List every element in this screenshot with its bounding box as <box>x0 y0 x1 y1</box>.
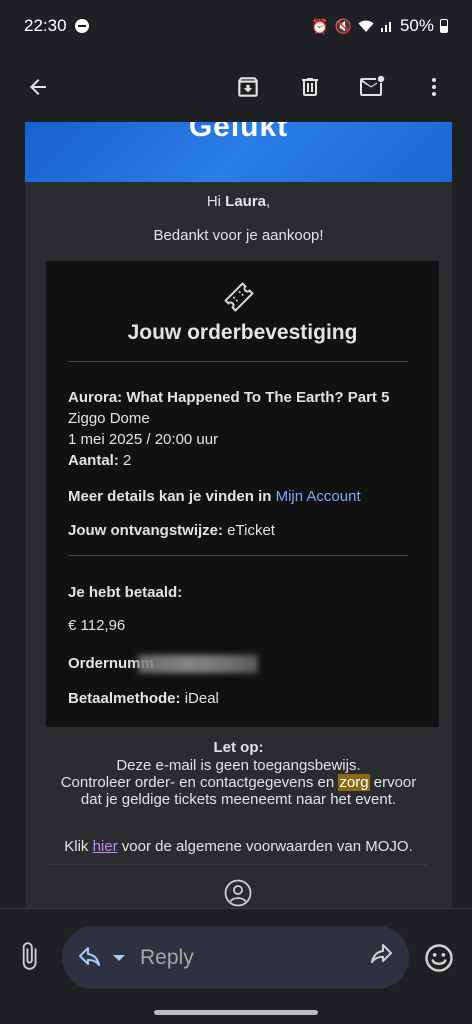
attach-icon <box>22 942 37 970</box>
dropdown-icon <box>113 954 125 961</box>
reply-input[interactable]: Reply <box>62 926 409 989</box>
event-venue: Ziggo Dome <box>68 410 150 427</box>
quantity-label: Aantal: <box>68 452 119 469</box>
reply-mode-selector[interactable] <box>78 946 126 970</box>
paid-label: Je hebt betaald: <box>68 584 183 601</box>
greeting-suffix: , <box>266 193 271 210</box>
details-label: Meer details kan je vinden in <box>68 488 276 505</box>
user-circle-icon <box>224 879 252 907</box>
emoji-icon <box>425 944 453 972</box>
back-button[interactable] <box>18 67 58 107</box>
mark-unread-icon <box>360 75 385 96</box>
notice-line3: dat je geldige tickets meeneemt naar het… <box>80 791 397 808</box>
terms-before: Klik <box>64 838 93 855</box>
terms-link[interactable]: hier <box>93 838 118 855</box>
delete-button[interactable] <box>290 67 330 107</box>
notice-heading: Let op: <box>213 739 264 756</box>
home-indicator[interactable] <box>154 1010 318 1015</box>
divider <box>68 555 408 556</box>
greeting: Hi Laura, <box>25 193 452 210</box>
ticket-icon <box>224 282 254 312</box>
notice-line2: Controleer order- en contactgegevens en … <box>25 774 452 791</box>
status-icons: ⏰ 🔇 50% <box>311 16 448 36</box>
notice-highlight: zorg <box>338 774 370 791</box>
status-time-group: 22:30 <box>24 16 89 36</box>
battery-icon <box>440 19 448 33</box>
event-name: Aurora: What Happened To The Earth? Part… <box>68 389 390 406</box>
forward-button[interactable] <box>365 943 393 972</box>
notice-line2-after: ervoor <box>369 774 417 791</box>
delete-icon <box>302 78 318 96</box>
banner: Gelukt <box>25 122 452 182</box>
payment-label: Betaalmethode: <box>68 690 181 707</box>
emoji-button[interactable] <box>424 943 454 978</box>
reply-bar: Reply <box>0 908 472 1024</box>
archive-icon <box>238 77 258 97</box>
mijn-account-link[interactable]: Mijn Account <box>276 488 361 505</box>
delivery-value: eTicket <box>223 522 275 539</box>
forward-icon <box>371 944 392 963</box>
divider <box>68 361 408 362</box>
mute-icon: 🔇 <box>334 17 352 34</box>
payment-value: iDeal <box>180 690 219 707</box>
wifi-icon <box>358 20 374 32</box>
reply-label: Reply <box>140 945 194 969</box>
dnd-icon <box>74 19 89 33</box>
status-bar: 22:30 ⏰ 🔇 50% <box>0 0 472 52</box>
email-body[interactable]: Gelukt Hi Laura, Bedankt voor je aankoop… <box>0 122 472 908</box>
event-datetime: 1 mei 2025 / 20:00 uur <box>68 431 219 448</box>
email-card: Gelukt Hi Laura, Bedankt voor je aankoop… <box>25 122 452 908</box>
battery-percent: 50% <box>399 16 434 35</box>
app-bar <box>0 52 472 122</box>
back-arrow-icon <box>30 79 46 95</box>
notice-line2-before: Controleer order- en contactgegevens en <box>60 774 339 791</box>
mark-unread-button[interactable] <box>352 67 392 107</box>
ordernumber-line: Ordernumm <box>68 655 258 674</box>
payment-line: Betaalmethode: iDeal <box>68 690 219 707</box>
terms-after: voor de algemene voorwaarden van MOJO. <box>117 838 413 855</box>
delivery-label: Jouw ontvangstwijze: <box>68 522 224 539</box>
greeting-name: Laura <box>225 193 267 210</box>
banner-title: Gelukt <box>188 122 289 143</box>
order-title: Jouw orderbevestiging <box>127 321 358 344</box>
more-vert-icon <box>432 78 436 96</box>
thanks-text: Bedankt voor je aankoop! <box>153 227 324 244</box>
notice-line1: Deze e-mail is geen toegangsbewijs. <box>116 757 361 774</box>
reply-icon <box>79 946 100 966</box>
archive-button[interactable] <box>228 67 268 107</box>
redacted-ordernumber <box>137 655 258 674</box>
greeting-prefix: Hi <box>206 193 226 210</box>
order-confirmation-box: Jouw orderbevestiging Aurora: What Happe… <box>46 261 439 727</box>
quantity-value: 2 <box>118 452 132 469</box>
quantity: Aantal: 2 <box>68 452 131 469</box>
status-time: 22:30 <box>24 16 67 35</box>
terms-line: Klik hier voor de algemene voorwaarden v… <box>25 838 452 855</box>
alarm-icon: ⏰ <box>311 17 329 34</box>
signal-icon <box>380 22 391 32</box>
attach-button[interactable] <box>14 941 44 976</box>
more-options-button[interactable] <box>414 67 454 107</box>
details-line: Meer details kan je vinden in Mijn Accou… <box>68 488 361 505</box>
paid-amount: € 112,96 <box>68 617 126 634</box>
delivery-line: Jouw ontvangstwijze: eTicket <box>68 522 275 539</box>
footer-divider <box>47 864 427 865</box>
